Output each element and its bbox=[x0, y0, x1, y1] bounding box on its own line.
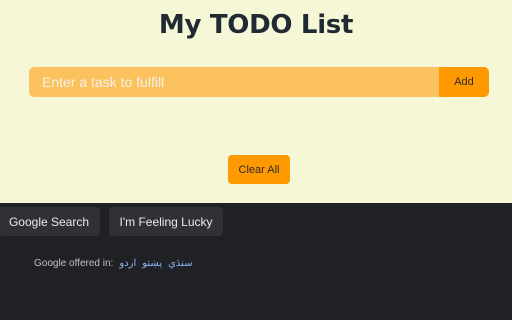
language-link-sindhi[interactable]: سنڌي bbox=[168, 258, 192, 269]
language-link-urdu[interactable]: اردو bbox=[119, 258, 136, 269]
task-entry-row: Add bbox=[29, 67, 489, 97]
page-title: My TODO List bbox=[158, 10, 354, 40]
language-offer: Google offered in: اردو پښتو سنڌي bbox=[34, 258, 193, 269]
offered-in-label: Google offered in: bbox=[34, 258, 114, 269]
feeling-lucky-button[interactable]: I'm Feeling Lucky bbox=[109, 207, 223, 236]
google-footer: Google Search I'm Feeling Lucky Google o… bbox=[0, 203, 512, 320]
todo-app-panel: My TODO List Add Clear All bbox=[0, 0, 512, 203]
clear-all-button[interactable]: Clear All bbox=[228, 155, 290, 184]
add-button[interactable]: Add bbox=[439, 67, 489, 97]
language-link-pashto[interactable]: پښتو bbox=[142, 258, 162, 269]
task-input[interactable] bbox=[29, 67, 439, 97]
google-search-button[interactable]: Google Search bbox=[0, 207, 100, 236]
